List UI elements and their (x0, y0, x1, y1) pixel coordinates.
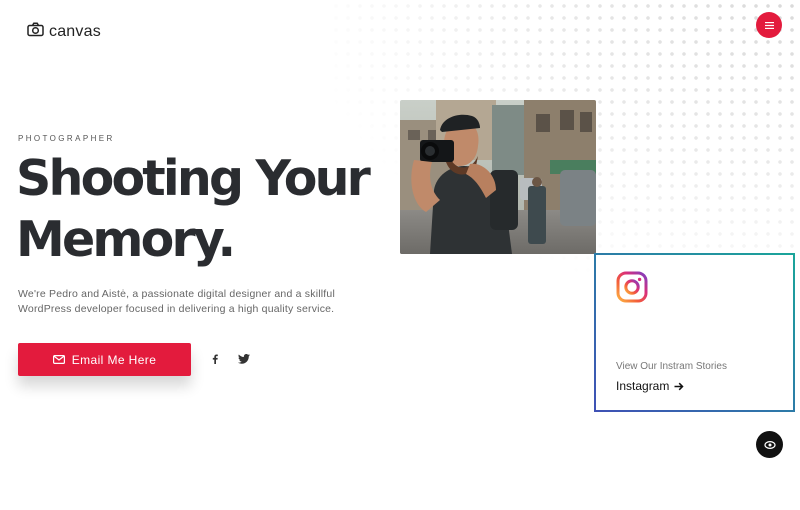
hero-description: We're Pedro and Aistė, a passionate digi… (18, 288, 335, 315)
arrow-right-icon (674, 382, 684, 391)
menu-button[interactable] (756, 12, 782, 38)
instagram-link[interactable]: Instagram (616, 379, 684, 393)
brand-logo[interactable]: canvas (27, 22, 101, 42)
email-me-button[interactable]: Email Me Here (18, 343, 191, 376)
headline-line-2: Memory. (16, 211, 236, 268)
twitter-link[interactable] (237, 352, 251, 366)
instagram-icon (616, 271, 648, 303)
floating-action-button[interactable] (756, 431, 783, 458)
instagram-card: View Our Instram Stories Instagram (594, 253, 795, 412)
headline-line-1: Shooting Your (16, 150, 371, 207)
email-button-label: Email Me Here (71, 352, 157, 367)
hamburger-icon (764, 21, 774, 29)
twitter-icon (238, 354, 250, 364)
facebook-icon (212, 354, 218, 364)
hero-eyebrow: PHOTOGRAPHER (18, 134, 115, 143)
brand-name: canvas (49, 23, 101, 40)
toggle-eye-icon (763, 440, 776, 450)
photographer-photo (400, 100, 596, 254)
envelope-icon (52, 355, 65, 364)
instagram-link-label: Instagram (616, 379, 670, 393)
hero-headline: Shooting Your Memory. (16, 148, 386, 270)
instagram-caption: View Our Instram Stories (616, 361, 727, 372)
camera-icon (27, 22, 44, 42)
facebook-link[interactable] (208, 352, 222, 366)
